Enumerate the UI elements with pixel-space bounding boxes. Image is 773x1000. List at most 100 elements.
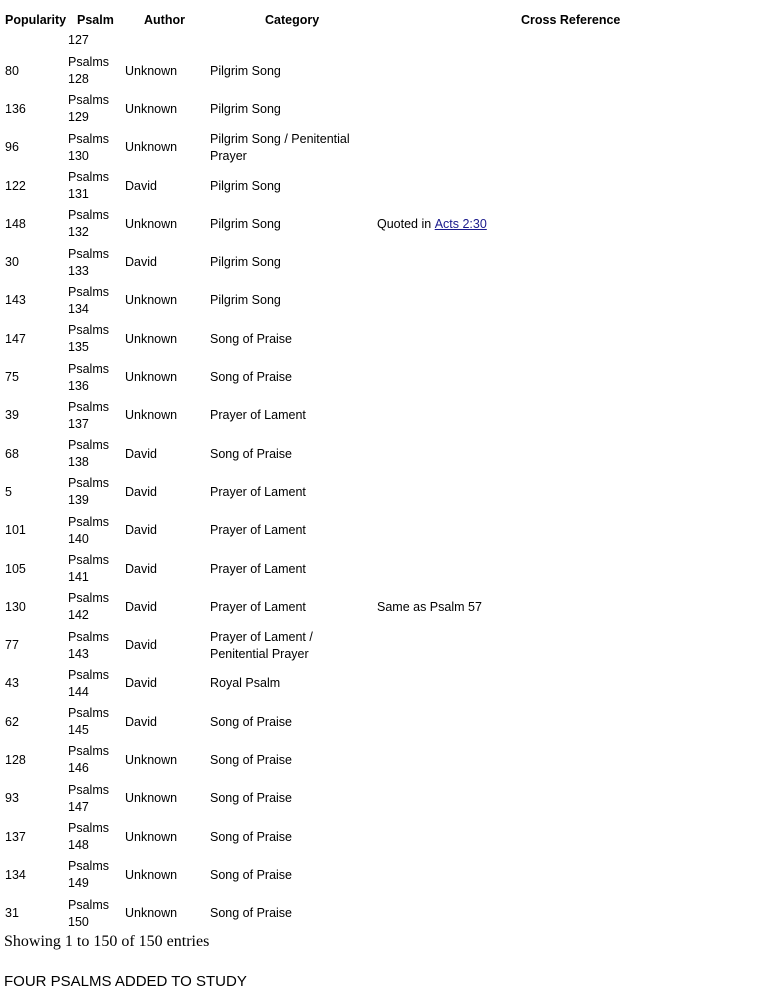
psalm-cell: Psalms 148: [68, 821, 109, 853]
cross-reference-cell: [377, 550, 677, 588]
psalm-cell: Psalms 129: [68, 93, 109, 125]
popularity-cell: 128: [5, 752, 26, 767]
cross-reference-cell: [377, 818, 677, 856]
psalm-cell: Psalms 145: [68, 706, 109, 738]
popularity-cell: 77: [5, 638, 19, 653]
popularity-cell: 93: [5, 791, 19, 806]
table-row: 105 Psalms 141 David Prayer of Lament: [0, 550, 773, 588]
table-row: 77 Psalms 143 David Prayer of Lament / Peni…: [0, 626, 773, 664]
psalm-cell: Psalms 141: [68, 553, 109, 584]
psalm-cell: Psalms 138: [68, 438, 109, 470]
cross-reference-cell: [377, 626, 677, 664]
author-cell: Unknown: [125, 408, 178, 423]
psalm-cell: Psalms 150: [68, 897, 109, 929]
table-row: 130 Psalms 142 David Prayer of Lament Same a…: [0, 588, 773, 626]
table-row: 75 Psalms 136 Unknown Song of Praise: [0, 358, 773, 396]
cross-reference-cell: [377, 512, 677, 550]
cross-reference-text: Quoted in: [377, 216, 435, 231]
psalm-cell: Psalms 131: [68, 170, 109, 202]
cross-reference-cell: [377, 358, 677, 396]
cross-reference-cell: [377, 52, 677, 90]
column-header-category[interactable]: Category: [265, 10, 319, 30]
author-cell: David: [125, 255, 157, 270]
cross-reference-cell: [377, 167, 677, 205]
cross-reference-cell: Quoted in Acts 2:30: [377, 205, 677, 243]
popularity-cell: 148: [5, 216, 26, 231]
table-row: 62 Psalms 145 David Song of Praise: [0, 703, 773, 741]
psalm-cell: Psalms 139: [68, 476, 109, 508]
section-note: FOUR PSALMS ADDED TO STUDY: [4, 973, 247, 990]
category-cell: Pilgrim Song: [210, 101, 281, 116]
popularity-cell: 147: [5, 331, 26, 346]
column-header-author[interactable]: Author: [144, 10, 185, 30]
author-cell: David: [125, 523, 157, 538]
table-row: 39 Psalms 137 Unknown Prayer of Lament: [0, 397, 773, 435]
cross-reference-cell: [377, 780, 677, 818]
table-row: 143 Psalms 134 Unknown Pilgrim Song: [0, 282, 773, 320]
cross-reference-cell: [377, 856, 677, 894]
psalm-cell: Psalms 144: [68, 667, 109, 699]
popularity-cell: 134: [5, 867, 26, 882]
psalm-cell: Psalms 136: [68, 361, 109, 393]
table-row: 43 Psalms 144 David Royal Psalm: [0, 665, 773, 703]
category-cell: Song of Praise: [210, 446, 292, 461]
table-row: 136 Psalms 129 Unknown Pilgrim Song: [0, 90, 773, 128]
cross-reference-cell: [377, 435, 677, 473]
author-cell: David: [125, 561, 157, 576]
category-cell: Song of Praise: [210, 867, 292, 882]
category-cell: Prayer of Lament: [210, 561, 306, 576]
table-row: 80 Psalms 128 Unknown Pilgrim Song: [0, 52, 773, 90]
popularity-cell: 136: [5, 101, 26, 116]
category-cell: Pilgrim Song: [210, 216, 281, 231]
author-cell: Unknown: [125, 331, 178, 346]
popularity-cell: 75: [5, 370, 19, 385]
table-row: 5 Psalms 139 David Prayer of Lament: [0, 473, 773, 511]
category-cell: Song of Praise: [210, 829, 292, 844]
author-cell: Unknown: [125, 867, 178, 882]
table-row: 134 Psalms 149 Unknown Song of Praise: [0, 856, 773, 894]
author-cell: Unknown: [125, 293, 178, 308]
popularity-cell: 137: [5, 829, 26, 844]
category-cell: Pilgrim Song: [210, 178, 281, 193]
author-cell: Unknown: [125, 140, 178, 155]
category-cell: Song of Praise: [210, 791, 292, 806]
popularity-cell: 96: [5, 140, 19, 155]
psalm-cell: Psalms 137: [68, 399, 109, 431]
category-cell: Song of Praise: [210, 752, 292, 767]
author-cell: Unknown: [125, 216, 178, 231]
cross-reference-cell: [377, 665, 677, 703]
cross-reference-cell: [377, 703, 677, 741]
cross-reference-link[interactable]: Acts 2:30: [435, 216, 487, 233]
author-cell: David: [125, 178, 157, 193]
popularity-cell: 101: [5, 523, 26, 538]
author-cell: Unknown: [125, 370, 178, 385]
author-cell: David: [125, 676, 157, 691]
popularity-cell: 105: [5, 561, 26, 576]
popularity-cell: 130: [5, 599, 26, 614]
category-cell: Song of Praise: [210, 331, 292, 346]
psalm-cell: Psalms 142: [68, 591, 109, 623]
table-row: 30 Psalms 133 David Pilgrim Song: [0, 243, 773, 281]
cross-reference-cell: [377, 741, 677, 779]
author-cell: David: [125, 484, 157, 499]
table-row: 148 Psalms 132 Unknown Pilgrim Song Quoted i…: [0, 205, 773, 243]
column-header-popularity[interactable]: Popularity: [5, 10, 66, 30]
popularity-cell: 31: [5, 906, 19, 921]
table-row: 68 Psalms 138 David Song of Praise: [0, 435, 773, 473]
author-cell: Unknown: [125, 63, 178, 78]
psalm-cell: Psalms 135: [68, 323, 109, 355]
psalm-cell: Psalms 132: [68, 208, 109, 240]
category-cell: Royal Psalm: [210, 676, 281, 691]
table-row: 137 Psalms 148 Unknown Song of Praise: [0, 818, 773, 856]
psalm-cell: Psalms 140: [68, 514, 109, 546]
column-header-cross-reference[interactable]: Cross Reference: [521, 10, 620, 30]
category-cell: Prayer of Lament: [210, 484, 306, 499]
column-header-psalm[interactable]: Psalm: [77, 10, 114, 30]
author-cell: David: [125, 714, 157, 729]
author-cell: Unknown: [125, 791, 178, 806]
table-info: Showing 1 to 150 of 150 entries: [4, 933, 210, 950]
popularity-cell: 80: [5, 63, 19, 78]
author-cell: Unknown: [125, 101, 178, 116]
author-cell: David: [125, 638, 157, 653]
cross-reference-cell: [377, 243, 677, 281]
